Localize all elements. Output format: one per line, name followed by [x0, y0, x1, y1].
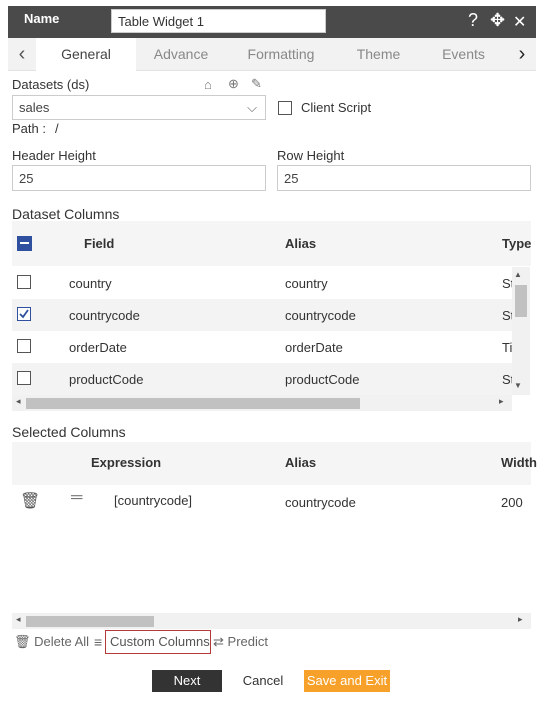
tab-general[interactable]: General — [36, 38, 136, 71]
field-cell: orderDate — [69, 340, 127, 355]
dataset-columns-title: Dataset Columns — [12, 206, 120, 222]
row-height-label: Row Height — [277, 148, 345, 163]
save-and-exit-button[interactable]: Save and Exit — [304, 670, 390, 692]
scroll-up-icon[interactable]: ▲ — [514, 270, 522, 279]
dataset-column-row[interactable]: countrycode countrycode St — [12, 299, 514, 331]
dataset-columns-hscrollbar[interactable]: ◂ ▸ — [12, 395, 512, 411]
expression-column-header[interactable]: Expression — [91, 455, 161, 470]
selected-columns-title: Selected Columns — [12, 424, 126, 440]
predict-label: Predict — [227, 634, 268, 649]
swap-icon: ⇄ — [213, 634, 224, 649]
delete-all-label: Delete All — [34, 634, 90, 649]
datasets-label: Datasets (ds) — [12, 77, 90, 92]
delete-all-button[interactable]: 🗑 Delete All — [14, 634, 89, 654]
chevron-down-icon: ⌵ — [247, 100, 257, 115]
name-label: Name — [24, 11, 60, 26]
alias-cell: productCode — [285, 372, 360, 387]
move-icon[interactable]: ✥ — [490, 10, 505, 31]
field-cell: productCode — [69, 372, 144, 387]
tab-formatting[interactable]: Formatting — [226, 38, 336, 71]
custom-columns-label: Custom Columns — [110, 634, 210, 649]
tab-advance[interactable]: Advance — [136, 38, 226, 71]
vscroll-thumb[interactable] — [515, 285, 527, 317]
row-checkbox-checked[interactable] — [17, 307, 31, 321]
expression-cell[interactable]: [countrycode] — [114, 493, 192, 508]
field-cell: countrycode — [69, 308, 140, 323]
tab-events[interactable]: Events — [421, 38, 506, 71]
alias-column-header[interactable]: Alias — [285, 236, 316, 251]
alias-cell: country — [285, 276, 328, 291]
panel-header: Name ? ✥ ✕ — [8, 6, 536, 38]
widget-name-input[interactable] — [111, 9, 326, 33]
field-column-header[interactable]: Field — [84, 236, 114, 251]
widget-properties-panel: Name ? ✥ ✕ ‹ General Advance Formatting … — [8, 6, 537, 702]
next-button[interactable]: Next — [152, 670, 222, 692]
alias-cell: orderDate — [285, 340, 343, 355]
scroll-right-icon[interactable]: ▸ — [499, 396, 504, 407]
dataset-columns-vscrollbar[interactable]: ▲ ▼ — [512, 267, 530, 395]
tab-bar: ‹ General Advance Formatting Theme Event… — [8, 38, 536, 71]
width-cell[interactable]: 200 — [501, 495, 523, 510]
cancel-button[interactable]: Cancel — [229, 670, 297, 692]
edit-icon[interactable]: ✎ — [251, 76, 262, 92]
alias-cell[interactable]: countrycode — [285, 495, 356, 510]
scroll-down-icon[interactable]: ▼ — [514, 381, 522, 390]
trash-icon: 🗑 — [14, 634, 31, 649]
select-all-checkbox[interactable] — [17, 236, 32, 251]
header-height-input[interactable] — [12, 165, 266, 191]
home-icon[interactable]: ⌂ — [204, 77, 212, 92]
help-icon[interactable]: ? — [468, 10, 478, 31]
selected-column-row[interactable]: 🗑 ═ [countrycode] countrycode 200 — [12, 485, 531, 517]
scroll-right-icon[interactable]: ▸ — [518, 614, 523, 625]
field-cell: country — [69, 276, 112, 291]
custom-columns-button[interactable]: Custom Columns — [105, 630, 211, 654]
dataset-column-row[interactable]: productCode productCode St — [12, 363, 514, 395]
row-checkbox[interactable] — [17, 371, 31, 385]
selected-columns-hscrollbar[interactable]: ◂ ▸ — [12, 613, 531, 629]
scroll-left-icon[interactable]: ◂ — [16, 614, 21, 625]
menu-lines-icon: ≡ — [94, 634, 103, 650]
type-column-header[interactable]: Type — [502, 236, 531, 251]
check-icon — [19, 309, 29, 319]
predict-button[interactable]: ⇄ Predict — [213, 634, 268, 650]
header-height-label: Header Height — [12, 148, 96, 163]
drag-handle-icon[interactable]: ═ — [71, 489, 82, 507]
tab-next-icon[interactable]: › — [508, 38, 536, 71]
width-column-header[interactable]: Width — [501, 455, 537, 470]
add-icon[interactable]: ⊕ — [228, 76, 239, 92]
dataset-columns-header: Field Alias Type — [12, 221, 531, 266]
tab-prev-icon[interactable]: ‹ — [8, 38, 36, 71]
row-checkbox[interactable] — [17, 339, 31, 353]
path-label: Path : — [12, 121, 46, 136]
close-icon[interactable]: ✕ — [513, 12, 526, 32]
path-value: / — [55, 121, 59, 136]
dataset-select[interactable]: sales ⌵ — [12, 95, 266, 120]
dataset-select-value: sales — [19, 100, 50, 115]
delete-icon[interactable]: 🗑 — [20, 491, 40, 511]
hscroll-thumb[interactable] — [26, 398, 360, 409]
alias-column-header[interactable]: Alias — [285, 455, 316, 470]
scroll-left-icon[interactable]: ◂ — [16, 396, 21, 407]
client-script-checkbox[interactable] — [278, 101, 292, 115]
dataset-column-row[interactable]: country country St — [12, 267, 514, 299]
row-height-input[interactable] — [277, 165, 531, 191]
client-script-label: Client Script — [301, 100, 372, 115]
row-checkbox[interactable] — [17, 275, 31, 289]
hscroll-thumb[interactable] — [26, 616, 154, 627]
tab-theme[interactable]: Theme — [336, 38, 421, 71]
alias-cell: countrycode — [285, 308, 356, 323]
dataset-column-row[interactable]: orderDate orderDate Ti — [12, 331, 512, 363]
selected-columns-header: Expression Alias Width — [12, 442, 537, 485]
